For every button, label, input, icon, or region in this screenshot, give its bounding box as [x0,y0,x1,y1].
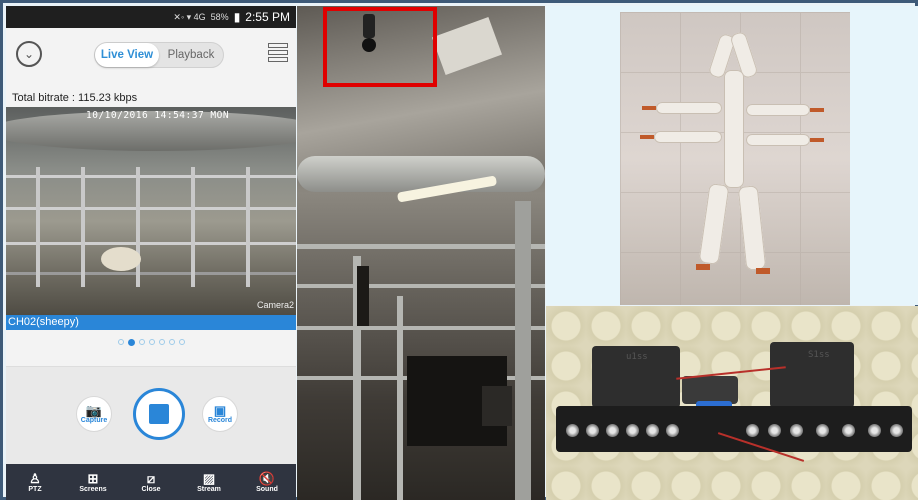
record-button[interactable]: ▣ Record [202,396,238,432]
clock: 2:55 PM [245,10,290,24]
sound-button[interactable]: 🔇 Sound [242,470,292,493]
stream-button[interactable]: ▨ Stream [184,470,234,493]
stop-icon [149,404,169,424]
view-toggle: Live View Playback [94,42,224,68]
close-icon: ⧄ [146,470,156,486]
circuit-board-photo: u1ss S1ss [546,306,918,500]
screens-button[interactable]: ⊞ Screens [68,470,118,493]
battery-level: 58% [210,12,229,22]
screens-icon: ⊞ [87,470,99,486]
app-header: ⌄ Live View Playback [6,28,296,80]
chevron-down-icon: ⌄ [23,47,35,61]
tab-live-view[interactable]: Live View [95,43,159,67]
camera-highlight-box [323,7,437,87]
ptz-icon: ♙ [29,470,41,486]
device-list-icon[interactable] [268,43,288,65]
camera-icon: 📷 [85,403,103,418]
ptz-button[interactable]: ♙ PTZ [10,470,60,493]
page-dot[interactable] [178,339,185,345]
stop-button[interactable] [133,388,185,440]
tab-playback[interactable]: Playback [159,43,223,67]
video-record-icon: ▣ [213,403,227,418]
wall-camera-box [357,266,369,326]
page-indicator [6,336,296,348]
page-dot-active[interactable] [127,338,135,346]
live-video-feed[interactable]: 10/10/2016 14:54:37 MON Camera2 [6,107,296,315]
sensor-figure-photo [546,6,918,305]
status-bar: ✕◦ ▾ 4G 58% ▮ 2:55 PM [6,6,296,28]
page-dot[interactable] [138,339,145,345]
stream-icon: ▨ [202,470,216,486]
battery-icon: ▮ [233,10,241,24]
page-dot[interactable] [168,339,175,345]
close-button[interactable]: ⧄ Close [126,470,176,493]
bitrate-readout: Total bitrate : 115.23 kbps [12,92,138,104]
playback-controls: 📷 Capture ▣ Record [6,366,296,464]
page-dot[interactable] [148,339,155,345]
video-timestamp: 10/10/2016 14:54:37 MON [86,110,230,121]
signal-icons: ✕◦ ▾ 4G [173,11,206,22]
channel-label: CH02(sheepy) [6,315,296,330]
sheep [101,247,141,271]
barn-photo [297,6,545,500]
page-dot[interactable] [117,339,124,345]
bottom-toolbar: ♙ PTZ ⊞ Screens ⧄ Close ▨ Stream 🔇 Sound [6,464,296,500]
phone-screenshot: ✕◦ ▾ 4G 58% ▮ 2:55 PM ⌄ Live View Playba… [6,6,296,500]
sound-icon: 🔇 [258,470,276,486]
camera-overlay-label: Camera2 [256,300,294,310]
capture-button[interactable]: 📷 Capture [76,396,112,432]
composite-frame: ✕◦ ▾ 4G 58% ▮ 2:55 PM ⌄ Live View Playba… [0,0,918,500]
collapse-button[interactable]: ⌄ [16,41,42,67]
page-dot[interactable] [158,339,165,345]
